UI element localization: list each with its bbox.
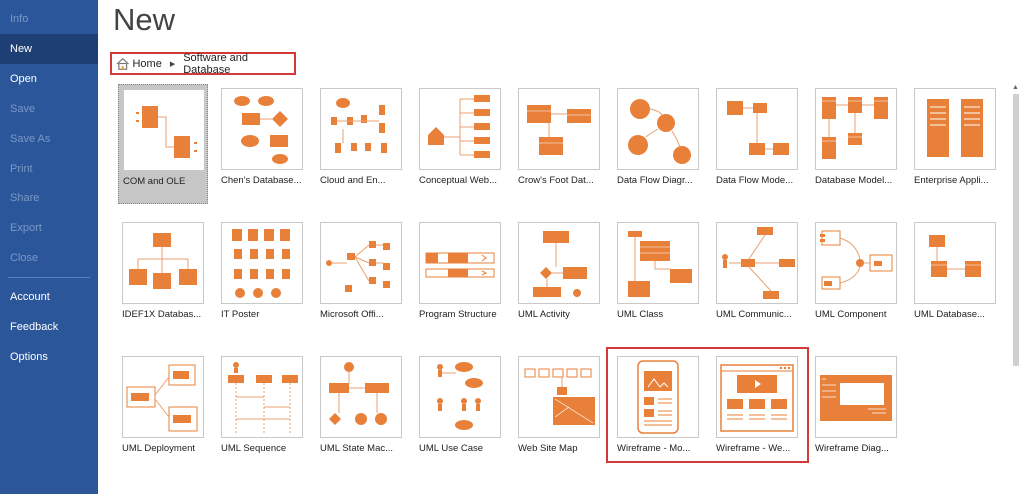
template-tile[interactable]: Crow's Foot Dat... <box>514 84 604 204</box>
nav-save[interactable]: Save <box>0 94 98 124</box>
template-tile[interactable]: Microsoft Offi... <box>316 218 406 338</box>
template-tile[interactable]: UML State Mac... <box>316 352 406 472</box>
template-label: Data Flow Mode... <box>716 175 794 186</box>
breadcrumb: Home ▶ Software and Database <box>110 52 296 76</box>
template-label: IDEF1X Databas... <box>122 309 202 320</box>
template-tile[interactable]: Database Model... <box>811 84 901 204</box>
uml-sequence-icon <box>221 356 303 438</box>
template-tile[interactable]: Program Structure <box>415 218 505 338</box>
nav-save-as[interactable]: Save As <box>0 124 98 154</box>
nav-open[interactable]: Open <box>0 64 98 94</box>
database-model-icon <box>815 88 897 170</box>
uml-class-icon <box>617 222 699 304</box>
template-tile[interactable]: UML Sequence <box>217 352 307 472</box>
template-label: COM and OLE <box>123 176 186 187</box>
com-ole-diagram-icon <box>123 89 205 171</box>
template-tile[interactable]: UML Activity <box>514 218 604 338</box>
template-label: UML State Mac... <box>320 443 394 454</box>
template-label: Chen's Database... <box>221 175 302 186</box>
template-label: Data Flow Diagr... <box>617 175 693 186</box>
template-tile[interactable]: Web Site Map <box>514 352 604 472</box>
template-tile[interactable]: UML Communic... <box>712 218 802 338</box>
template-label: Program Structure <box>419 309 497 320</box>
nav-export[interactable]: Export <box>0 213 98 243</box>
template-tile[interactable]: Cloud and En... <box>316 84 406 204</box>
crows-foot-icon <box>518 88 600 170</box>
uml-use-case-icon <box>419 356 501 438</box>
template-tile[interactable]: Enterprise Appli... <box>910 84 1000 204</box>
template-label: Conceptual Web... <box>419 175 497 186</box>
uml-activity-icon <box>518 222 600 304</box>
template-tile[interactable]: UML Database... <box>910 218 1000 338</box>
highlight-box <box>606 347 809 463</box>
home-icon[interactable] <box>116 57 129 71</box>
nav-new[interactable]: New <box>0 34 98 64</box>
idef1x-icon <box>122 222 204 304</box>
nav-share[interactable]: Share <box>0 183 98 213</box>
template-label: UML Component <box>815 309 887 320</box>
nav-close[interactable]: Close <box>0 243 98 273</box>
breadcrumb-current[interactable]: Software and Database <box>183 52 294 76</box>
template-label: Cloud and En... <box>320 175 386 186</box>
template-label: Enterprise Appli... <box>914 175 989 186</box>
chevron-right-icon: ▶ <box>169 60 176 68</box>
uml-component-icon <box>815 222 897 304</box>
data-flow-model-icon <box>716 88 798 170</box>
enterprise-application-icon <box>914 88 996 170</box>
nav-options[interactable]: Options <box>0 342 98 372</box>
template-label: Database Model... <box>815 175 893 186</box>
conceptual-website-icon <box>419 88 501 170</box>
template-label: UML Activity <box>518 309 570 320</box>
template-label: UML Class <box>617 309 664 320</box>
template-tile[interactable]: Chen's Database... <box>217 84 307 204</box>
template-tile[interactable]: UML Class <box>613 218 703 338</box>
template-tile[interactable]: Conceptual Web... <box>415 84 505 204</box>
breadcrumb-home-link[interactable]: Home <box>132 58 161 70</box>
template-tile[interactable]: Wireframe Diag... <box>811 352 901 472</box>
microsoft-office-icon <box>320 222 402 304</box>
nav-divider <box>8 277 90 278</box>
page-title: New <box>113 2 176 37</box>
uml-state-machine-icon <box>320 356 402 438</box>
backstage-sidebar: Info New Open Save Save As Print Share E… <box>0 0 98 494</box>
template-label: Web Site Map <box>518 443 578 454</box>
template-label: IT Poster <box>221 309 260 320</box>
template-tile[interactable]: IDEF1X Databas... <box>118 218 208 338</box>
template-tile[interactable]: COM and OLE <box>118 84 208 204</box>
scrollbar-thumb[interactable] <box>1013 94 1019 366</box>
scroll-up-icon[interactable]: ▲ <box>1012 84 1019 91</box>
wireframe-diagram-icon <box>815 356 897 438</box>
template-tile[interactable]: UML Deployment <box>118 352 208 472</box>
nav-print[interactable]: Print <box>0 154 98 184</box>
nav-account[interactable]: Account <box>0 282 98 312</box>
template-tile[interactable]: IT Poster <box>217 218 307 338</box>
uml-database-icon <box>914 222 996 304</box>
web-site-map-icon <box>518 356 600 438</box>
nav-info[interactable]: Info <box>0 4 98 34</box>
template-tile[interactable]: Data Flow Mode... <box>712 84 802 204</box>
template-tile[interactable]: UML Component <box>811 218 901 338</box>
template-tile[interactable]: UML Use Case <box>415 352 505 472</box>
uml-communication-icon <box>716 222 798 304</box>
template-label: Microsoft Offi... <box>320 309 384 320</box>
it-poster-icon <box>221 222 303 304</box>
data-flow-diagram-icon <box>617 88 699 170</box>
template-label: UML Communic... <box>716 309 792 320</box>
template-label: Wireframe Diag... <box>815 443 889 454</box>
template-label: Crow's Foot Dat... <box>518 175 594 186</box>
template-tile[interactable]: Data Flow Diagr... <box>613 84 703 204</box>
uml-deployment-icon <box>122 356 204 438</box>
template-label: UML Use Case <box>419 443 484 454</box>
chen-database-icon <box>221 88 303 170</box>
nav-feedback[interactable]: Feedback <box>0 312 98 342</box>
template-label: UML Sequence <box>221 443 287 454</box>
program-structure-icon <box>419 222 501 304</box>
template-label: UML Database... <box>914 309 985 320</box>
template-label: UML Deployment <box>122 443 196 454</box>
cloud-enterprise-icon <box>320 88 402 170</box>
